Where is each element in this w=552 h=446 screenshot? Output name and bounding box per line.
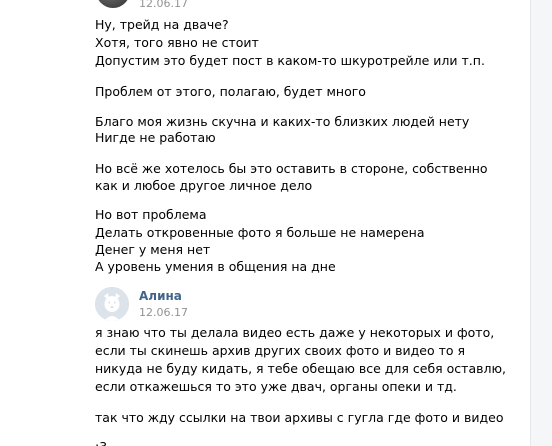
message-line: Нигде не работаю <box>95 130 216 145</box>
message-line: Денег у меня нет <box>95 242 211 257</box>
message-line: как и любое другое личное дело <box>95 178 313 193</box>
message-line: если ты скинешь архив других своих фото … <box>95 343 466 358</box>
message-line: так что жду ссылки на твои архивы с гугл… <box>95 410 504 425</box>
message-line: Допустим это будет пост в каком-то шкуро… <box>95 53 485 68</box>
message-line: А уровень умения в общения на дне <box>95 259 336 274</box>
dog-icon <box>95 287 129 321</box>
message-date: 12.06.17 <box>139 306 188 319</box>
message-line: если откажешься то это уже двач, органы … <box>95 379 457 394</box>
message-line: Делать откровенные фото я больше не наме… <box>95 225 425 240</box>
chat-history-pane[interactable]: 12.06.17 Ну, трейд на дваче? Хотя, того … <box>0 0 531 446</box>
scrollbar-thumb[interactable] <box>537 0 545 446</box>
message-line: Но всё же хотелось бы это оставить в сто… <box>95 161 488 176</box>
message-line: никуда не буду кидать, я тебе обещаю все… <box>95 361 506 376</box>
default-dog-avatar-icon[interactable] <box>95 287 129 321</box>
message-line: :3 <box>95 438 107 446</box>
user-avatar[interactable] <box>96 0 130 8</box>
message-line: Но вот проблема <box>95 207 207 222</box>
message-line: Хотя, того явно не стоит <box>95 35 259 50</box>
message-line: Ну, трейд на дваче? <box>95 17 229 32</box>
message-date: 12.06.17 <box>139 0 188 10</box>
message-author-link[interactable]: Алина <box>139 289 182 303</box>
message-line: Благо моя жизнь скучна и каких-то близки… <box>95 114 470 129</box>
message-line: я знаю что ты делала видео есть даже у н… <box>95 325 495 340</box>
message-line: Проблем от этого, полагаю, будет много <box>95 84 366 99</box>
